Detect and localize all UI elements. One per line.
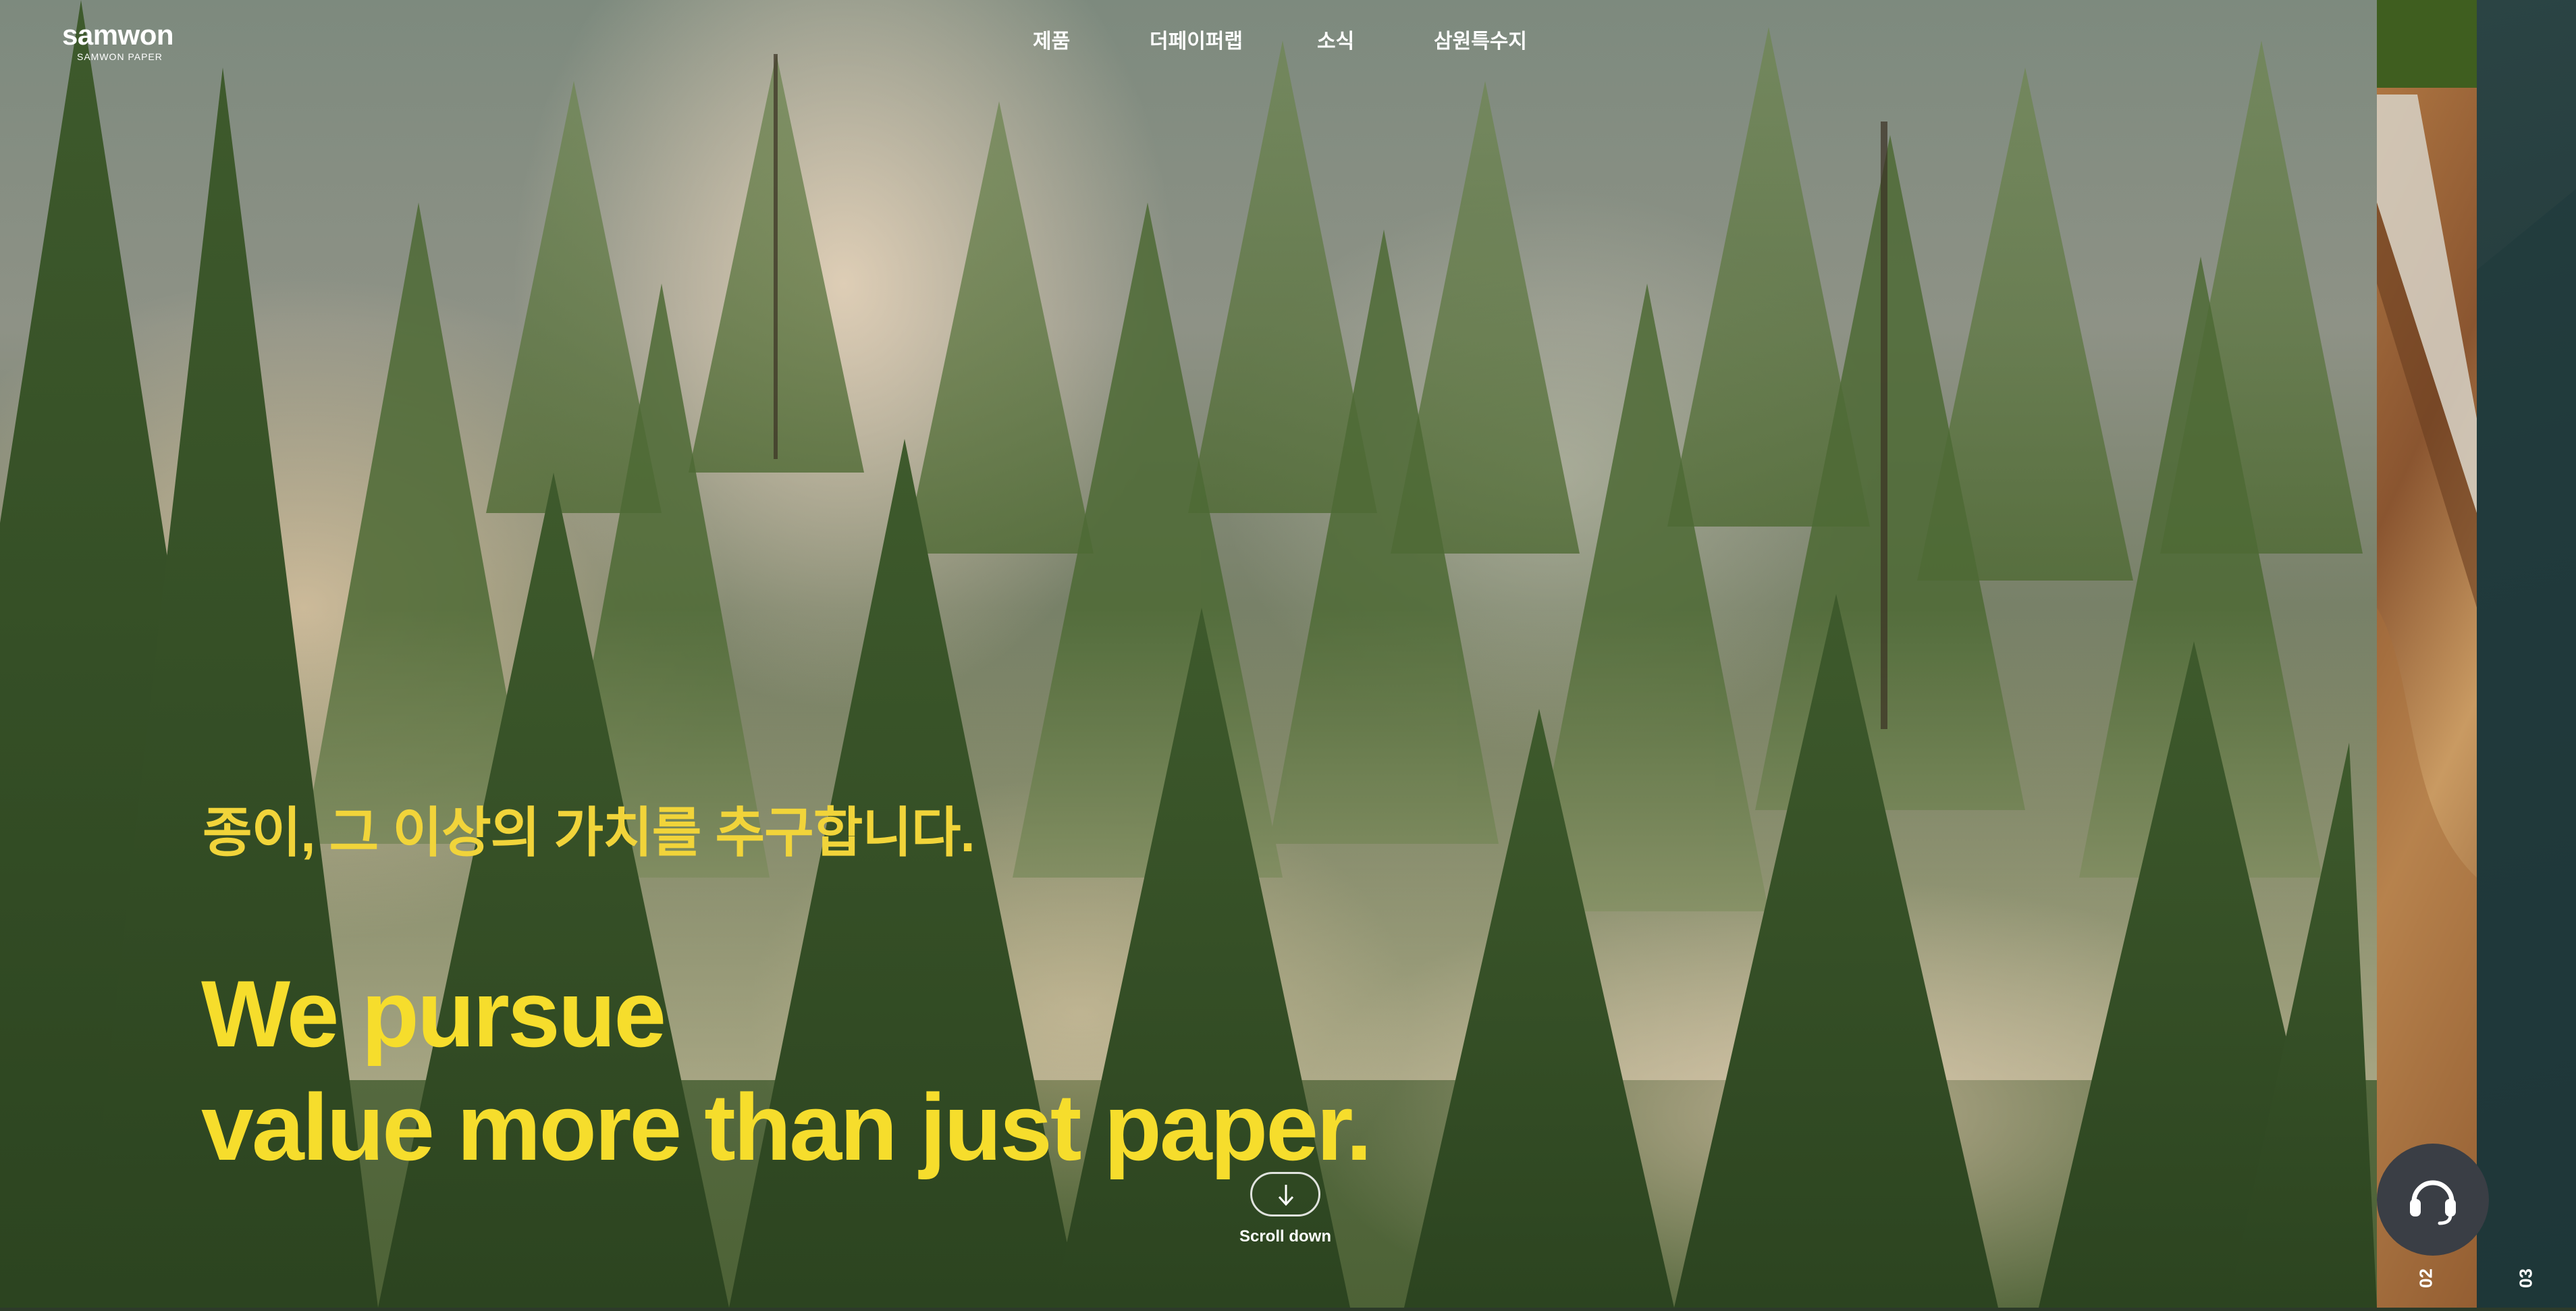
samwon-logo[interactable]: samwon SAMWON PAPER [62,20,190,65]
scroll-down-button[interactable] [1250,1172,1320,1216]
contact-button[interactable] [2377,1144,2489,1256]
slide-number-02[interactable]: 02 [2416,1258,2437,1299]
logo-subtitle: SAMWON PAPER [77,51,163,62]
slide-03-thumbnail [2477,189,2576,1308]
hero-title-line-1: We pursue [201,961,666,1067]
hero-title-line-2: value more than just paper. [201,1074,1372,1180]
nav-item-samwon-specialty-paper[interactable]: 삼원특수지 [1434,30,1527,54]
slide-number-03[interactable]: 03 [2516,1258,2537,1299]
arrow-down-icon [1278,1185,1294,1206]
hero-title: We pursue value more than just paper. [201,957,1372,1184]
nav-item-products[interactable]: 제품 [1033,30,1070,54]
slide-panel-03[interactable] [2477,0,2576,1308]
headset-icon [2410,1180,2456,1225]
nav-item-news[interactable]: 소식 [1317,30,1354,54]
slide-panel-02[interactable] [2377,0,2477,1308]
slide-02-thumbnail [2377,95,2477,1308]
scroll-down-label: Scroll down [1239,1227,1331,1246]
hero-subtitle: 종이, 그 이상의 가치를 추구합니다. [203,803,975,863]
logo-wordmark: samwon [62,19,174,51]
nav-item-the-paper-lab[interactable]: 더페이퍼랩 [1150,30,1243,54]
